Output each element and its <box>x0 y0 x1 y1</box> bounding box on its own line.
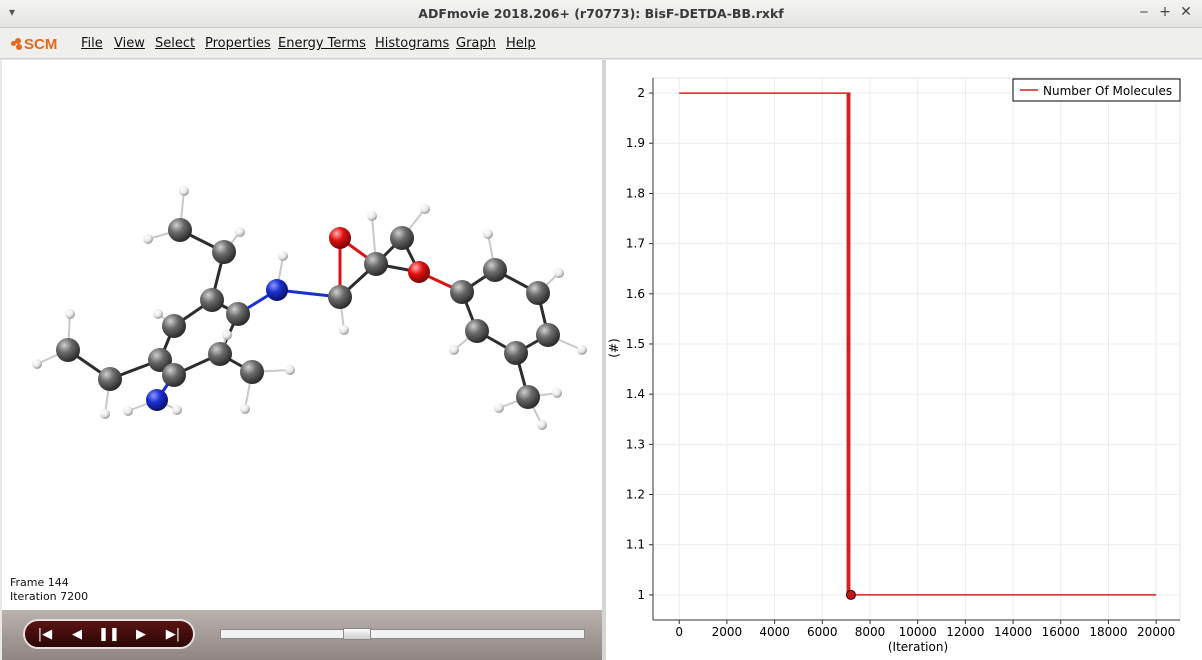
y-tick-label: 1.2 <box>626 488 645 502</box>
x-tick-label: 0 <box>675 625 683 639</box>
x-tick-label: 18000 <box>1089 625 1127 639</box>
frame-slider[interactable] <box>220 628 585 640</box>
x-tick-label: 14000 <box>994 625 1032 639</box>
current-frame-marker <box>845 589 856 600</box>
menu-energy-terms[interactable]: Energy Terms <box>278 36 366 51</box>
x-tick-label: 8000 <box>855 625 886 639</box>
legend-label: Number Of Molecules <box>1043 84 1172 98</box>
close-icon[interactable]: ✕ <box>1178 4 1194 20</box>
y-tick-label: 1.7 <box>626 237 645 251</box>
molecule-3d-view[interactable] <box>2 60 602 610</box>
frame-slider-handle[interactable] <box>343 628 371 640</box>
pause-icon[interactable]: ❚❚ <box>97 626 121 644</box>
y-tick-label: 1.8 <box>626 186 645 200</box>
y-tick-label: 1.1 <box>626 538 645 552</box>
x-tick-label: 20000 <box>1137 625 1175 639</box>
frame-label: Frame 144 <box>10 576 69 589</box>
x-axis-label: (Iteration) <box>888 640 948 654</box>
y-axis-label: (#) <box>607 338 621 357</box>
step-back-icon[interactable]: ◀ <box>65 626 89 644</box>
scm-logo[interactable]: SCM <box>11 36 57 53</box>
x-tick-label: 2000 <box>712 625 743 639</box>
x-tick-label: 4000 <box>759 625 790 639</box>
menu-graph[interactable]: Graph <box>456 36 496 51</box>
title-bar: ▾ ADFmovie 2018.206+ (r70773): BisF-DETD… <box>0 0 1202 28</box>
y-tick-label: 1.6 <box>626 287 645 301</box>
skip-to-end-icon[interactable]: ▶| <box>161 626 185 644</box>
chart-legend[interactable]: Number Of Molecules <box>1012 78 1181 102</box>
chart-grid <box>652 77 1181 621</box>
x-tick-label: 12000 <box>946 625 984 639</box>
scm-logo-text: SCM <box>24 36 58 53</box>
molecule-viewer[interactable]: Frame 144 Iteration 7200 <box>2 60 602 610</box>
menu-bar: SCM File View Select Properties Energy T… <box>0 28 1202 59</box>
menu-file[interactable]: File <box>81 36 103 51</box>
skip-to-start-icon[interactable]: |◀ <box>33 626 57 644</box>
playback-controls: |◀ ◀ ❚❚ ▶ ▶| <box>2 610 602 660</box>
plot-area <box>652 77 1181 621</box>
y-tick-label: 2 <box>637 86 645 100</box>
scm-logo-icon <box>11 38 23 50</box>
menu-properties[interactable]: Properties <box>205 36 271 51</box>
x-tick-label: 16000 <box>1042 625 1080 639</box>
menu-help[interactable]: Help <box>506 36 536 51</box>
y-tick-label: 1.9 <box>626 136 645 150</box>
y-tick-label: 1.5 <box>626 337 645 351</box>
iteration-label: Iteration 7200 <box>10 590 89 603</box>
y-tick-label: 1 <box>637 588 645 602</box>
chart-panel[interactable]: 0 2000 4000 6000 8000 10000 12000 14000 16000 180… <box>606 60 1202 660</box>
x-tick-label: 6000 <box>807 625 838 639</box>
y-tick-label: 1.4 <box>626 387 645 401</box>
x-tick-label: 10000 <box>899 625 937 639</box>
menu-view[interactable]: View <box>114 36 145 51</box>
menu-histograms[interactable]: Histograms <box>375 36 449 51</box>
play-icon[interactable]: ▶ <box>129 626 153 644</box>
window-title: ADFmovie 2018.206+ (r70773): BisF-DETDA-… <box>418 6 784 21</box>
atoms <box>32 186 587 430</box>
chart-svg: 0 2000 4000 6000 8000 10000 12000 14000 16000 180… <box>607 77 1181 654</box>
playback-button-group: |◀ ◀ ❚❚ ▶ ▶| <box>23 619 195 649</box>
maximize-icon[interactable]: + <box>1157 4 1173 20</box>
menu-select[interactable]: Select <box>155 36 195 51</box>
y-tick-label: 1.3 <box>626 437 645 451</box>
minimize-icon[interactable]: ‒ <box>1136 4 1152 20</box>
bonds <box>36 190 583 426</box>
